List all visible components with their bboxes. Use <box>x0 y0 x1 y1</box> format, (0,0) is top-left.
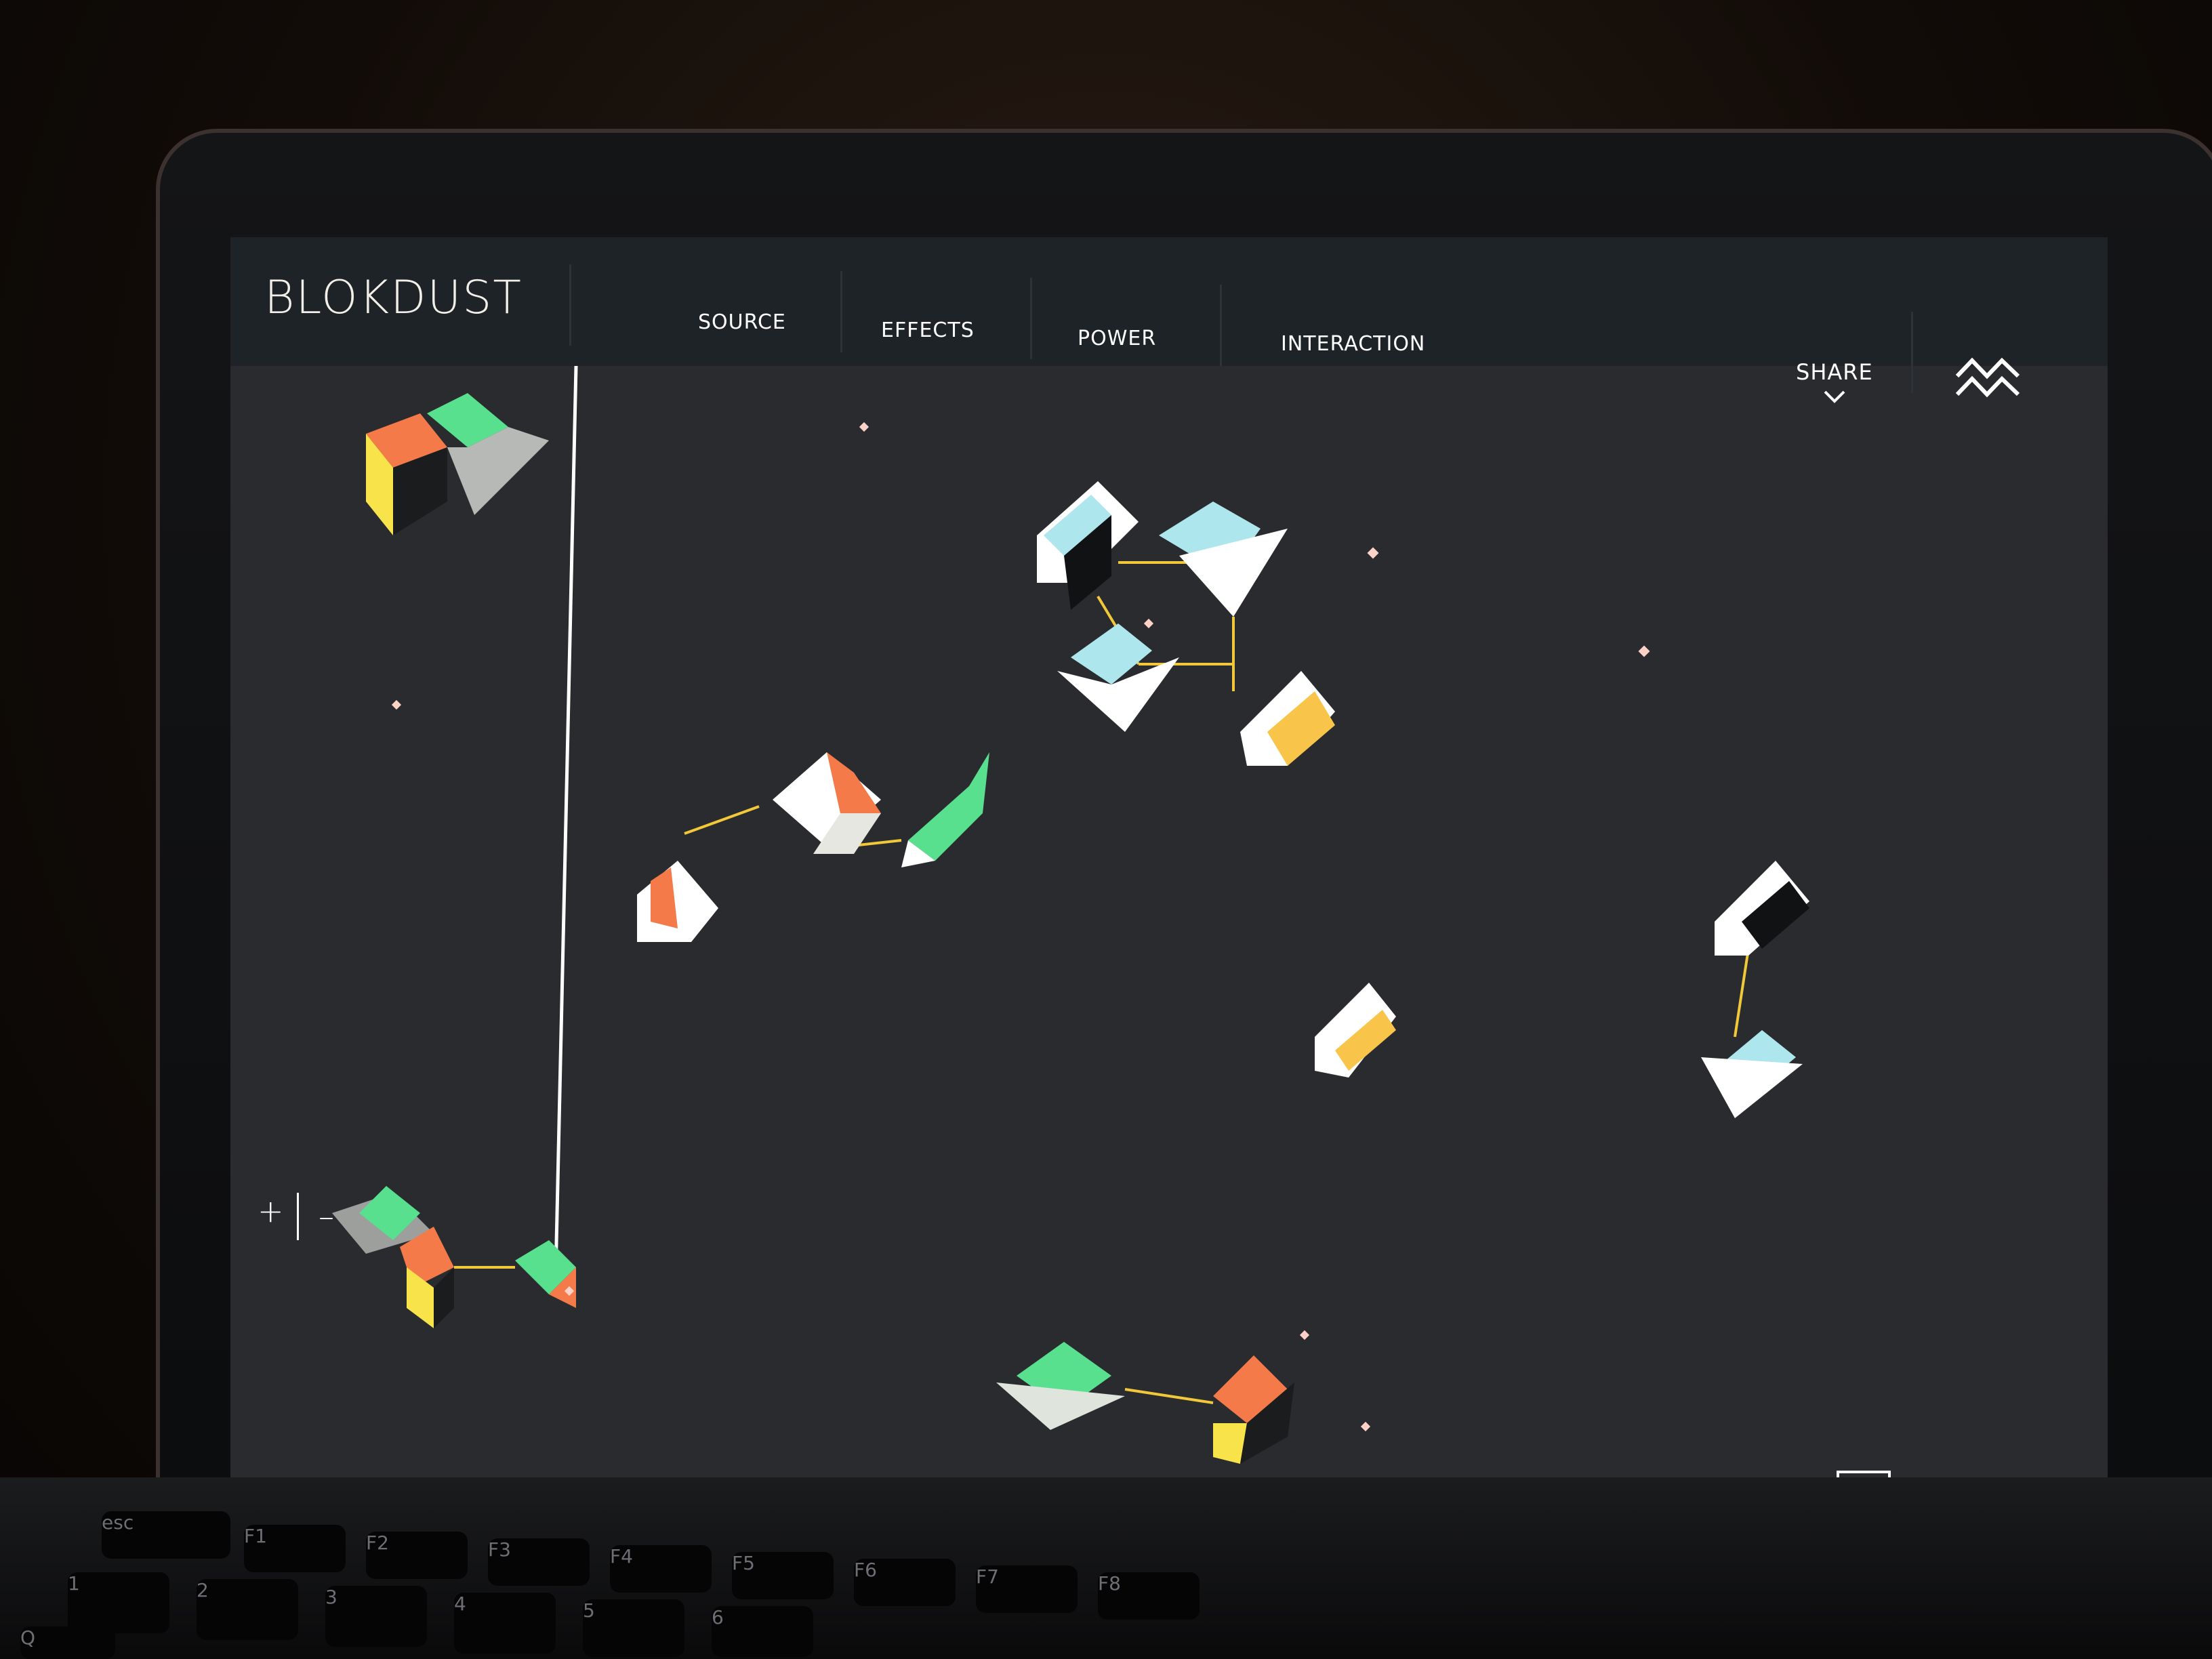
nav-power-tab[interactable]: POWER <box>1078 327 1156 350</box>
connector-line <box>1124 1388 1214 1404</box>
connector-line <box>1734 948 1750 1038</box>
particle <box>1367 547 1379 559</box>
block-cluster-center-left[interactable] <box>637 752 989 942</box>
nav-divider <box>1030 278 1032 359</box>
key-label: F4 <box>610 1545 633 1568</box>
key-label: 6 <box>712 1606 724 1629</box>
block-cluster-bottom-left[interactable] <box>332 1186 576 1328</box>
key-label: F3 <box>488 1538 511 1561</box>
key-label: F2 <box>366 1532 389 1554</box>
key-label: F1 <box>244 1525 267 1547</box>
keyboard-key: 3 <box>325 1586 427 1647</box>
block-cluster-top-left[interactable] <box>366 393 549 535</box>
keyboard-key: Q <box>20 1626 115 1659</box>
keyboard-key: F4 <box>610 1545 712 1593</box>
keyboard-key: F6 <box>854 1559 956 1606</box>
playhead-line[interactable] <box>554 366 578 1275</box>
block-single-center[interactable] <box>1315 983 1396 1078</box>
app-screen: BLOKDUST SOURCE EFFECTS POWER INTERACTIO… <box>230 237 2108 1565</box>
laptop-keyboard: esc F1 F2 F3 F4 F5 F6 F7 F8 1 2 3 4 5 6 … <box>0 1477 2212 1659</box>
key-label: F5 <box>732 1552 755 1574</box>
nav-effects-tab[interactable]: EFFECTS <box>881 319 975 342</box>
key-label: 2 <box>197 1579 209 1601</box>
keyboard-key: F1 <box>244 1525 346 1572</box>
app-logo: BLOKDUST <box>264 271 523 325</box>
nav-source-tab[interactable]: SOURCE <box>698 310 786 334</box>
block-canvas[interactable] <box>230 366 2108 1565</box>
zoom-in-button[interactable]: + <box>258 1193 284 1229</box>
particle <box>391 699 402 710</box>
keyboard-key: F3 <box>488 1538 590 1586</box>
key-label: Q <box>20 1626 36 1649</box>
keyboard-key: F8 <box>1098 1572 1200 1620</box>
connector-line <box>684 805 760 835</box>
top-toolbar: BLOKDUST SOURCE EFFECTS POWER INTERACTIO… <box>230 237 2108 393</box>
keyboard-key: F2 <box>366 1532 468 1579</box>
zoom-divider <box>297 1193 299 1240</box>
keyboard-key: 4 <box>454 1593 556 1654</box>
zoom-out-button[interactable]: – <box>319 1198 334 1235</box>
key-label: 3 <box>325 1586 337 1608</box>
block-cluster-top-center[interactable] <box>1037 481 1335 766</box>
keyboard-key: esc <box>102 1511 230 1559</box>
particle <box>1143 618 1154 629</box>
particle-dots <box>391 422 1650 1432</box>
keyboard-key: 6 <box>712 1606 813 1657</box>
keyboard-key: F7 <box>976 1565 1078 1613</box>
key-label: F8 <box>1098 1572 1121 1595</box>
particle <box>1360 1421 1371 1432</box>
keyboard-key: 1 <box>68 1572 169 1633</box>
nav-interaction-tab[interactable]: INTERACTION <box>1281 332 1425 356</box>
key-label: esc <box>102 1511 134 1534</box>
particle <box>859 422 869 432</box>
keyboard-key: F5 <box>732 1552 834 1599</box>
nav-divider <box>569 264 571 346</box>
nav-divider <box>840 271 842 352</box>
block-cluster-bottom-center[interactable] <box>996 1342 1294 1464</box>
keyboard-key: 2 <box>197 1579 298 1640</box>
key-label: 1 <box>68 1572 80 1595</box>
particle <box>1638 645 1650 657</box>
block-cluster-right[interactable] <box>1701 861 1809 1118</box>
keyboard-key: 5 <box>583 1599 684 1657</box>
nav-divider <box>1220 285 1222 366</box>
key-label: 4 <box>454 1593 466 1615</box>
particle <box>1299 1330 1310 1340</box>
key-label: F6 <box>854 1559 877 1581</box>
key-label: 5 <box>583 1599 595 1622</box>
key-label: F7 <box>976 1565 999 1588</box>
